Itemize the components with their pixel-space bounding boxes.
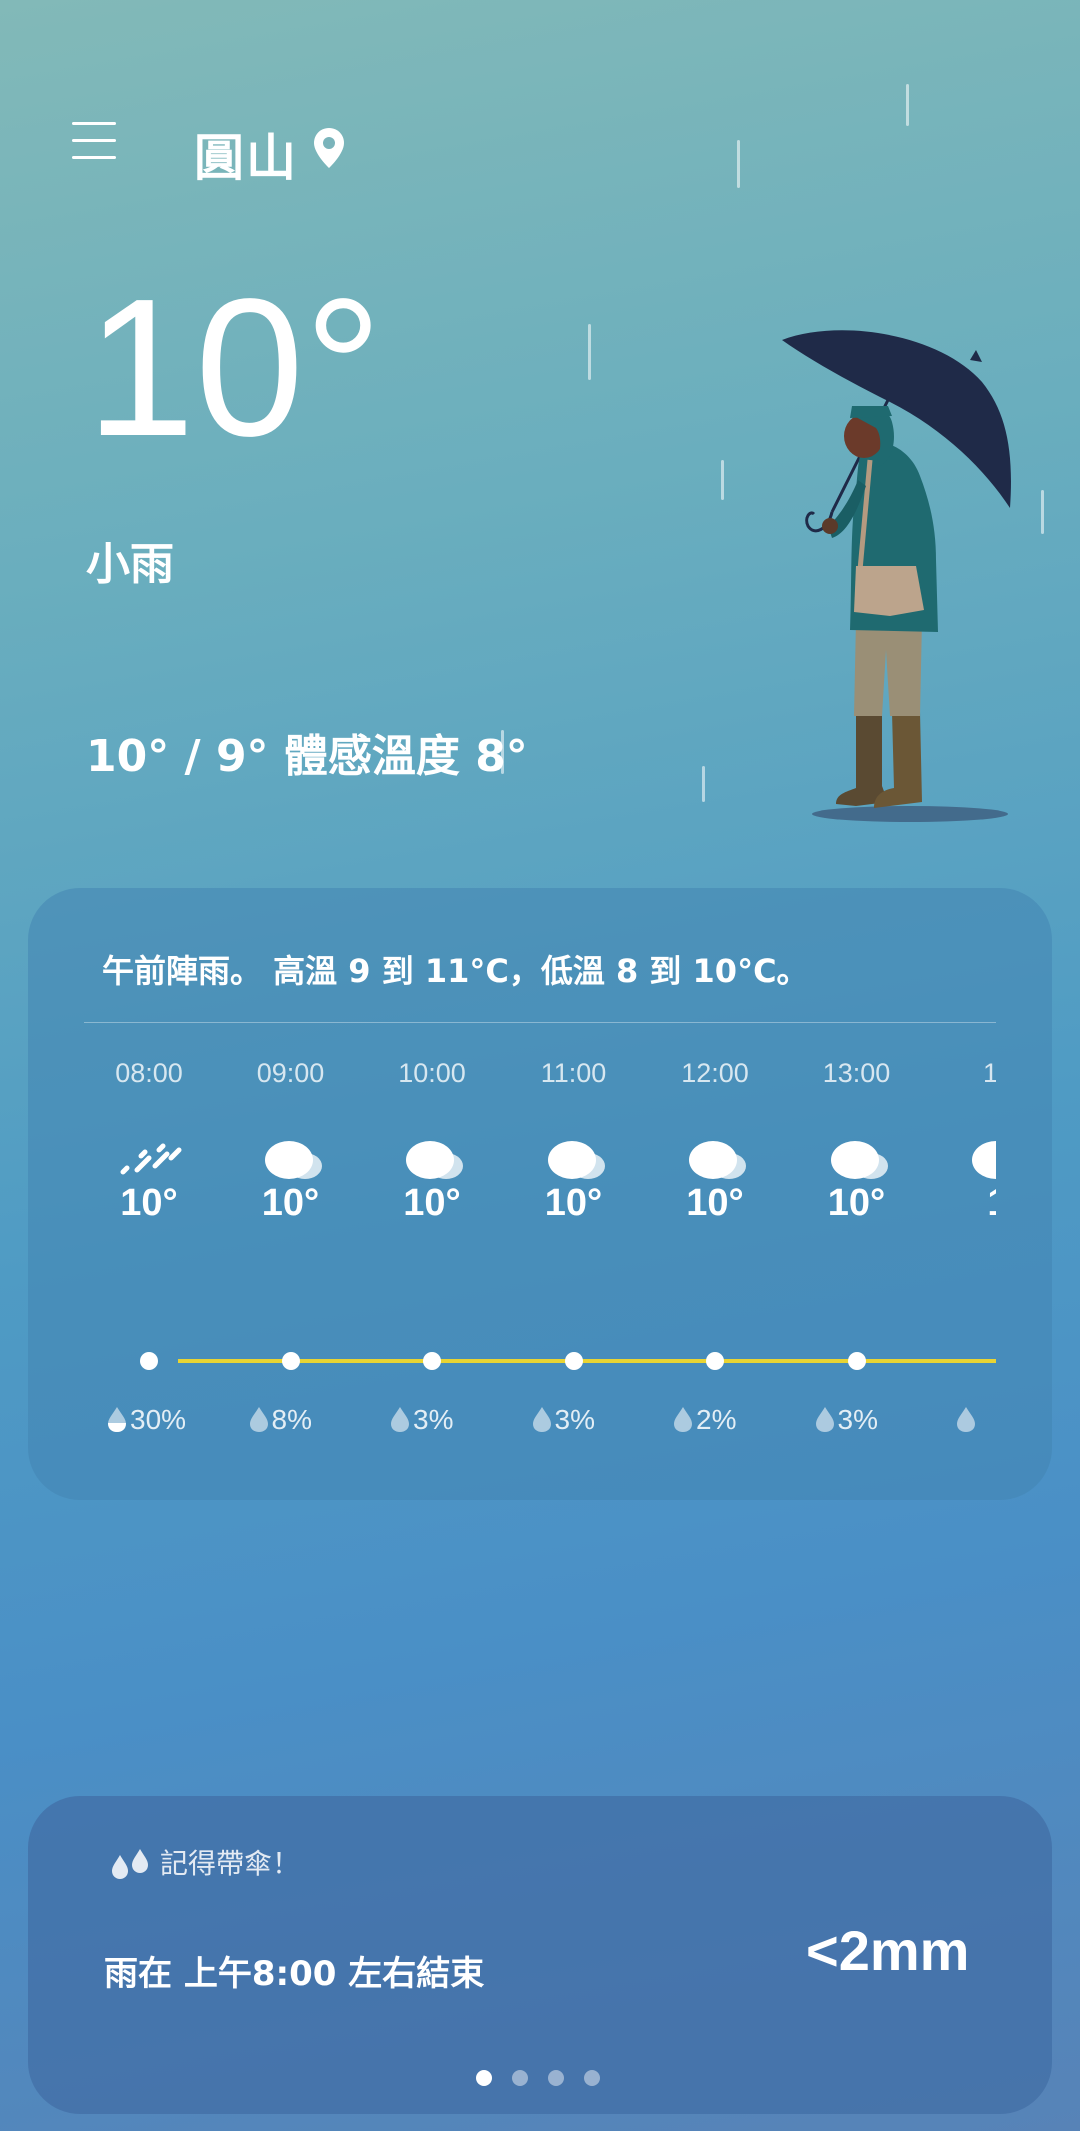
hour-temperature: 10° (261, 1182, 320, 1224)
hourly-item: 10:00 10° 3% (367, 1058, 497, 1488)
cloudy-icon (968, 1136, 996, 1180)
hour-precipitation: 8% (248, 1404, 312, 1436)
hour-precipitation: 3% (814, 1404, 878, 1436)
temperature-point (423, 1352, 441, 1370)
hour-temperature: 10° (827, 1182, 886, 1224)
hour-precipitation: 30% (106, 1404, 186, 1436)
temperature-point (281, 1352, 300, 1370)
current-temperature: 10° (86, 258, 383, 477)
light-rain-icon (119, 1136, 183, 1180)
hour-precipitation: 2% (672, 1404, 736, 1436)
page-indicator[interactable] (476, 2070, 606, 2090)
hourly-item: 08:00 10° 30% (84, 1058, 214, 1488)
hourly-item: 14 1 (933, 1058, 996, 1488)
page-dot[interactable] (512, 2070, 528, 2086)
cloudy-icon (544, 1136, 608, 1180)
hour-temperature: 10° (120, 1182, 178, 1224)
hour-time: 09:00 (256, 1058, 325, 1088)
hour-temperature: 10° (544, 1182, 603, 1224)
divider (84, 1022, 996, 1023)
temperature-point (564, 1352, 583, 1370)
temperature-point (140, 1352, 158, 1370)
hour-time: 10:00 (398, 1058, 466, 1088)
hour-time: 14 (982, 1058, 996, 1088)
city-name[interactable]: 圓山 (194, 118, 298, 190)
hour-precipitation (955, 1404, 979, 1436)
cloudy-icon (402, 1136, 466, 1180)
hour-precipitation: 3% (389, 1404, 453, 1436)
cloudy-icon (261, 1136, 325, 1180)
hour-temperature: 10° (403, 1182, 461, 1224)
hourly-item: 13:00 10° 3% (792, 1058, 922, 1488)
cloudy-icon (685, 1136, 749, 1180)
daily-summary: 午前陣雨。 高溫 9 到 11°C，低溫 8 到 10°C。 (102, 952, 809, 990)
rain-end-time: 雨在 上午8:00 左右結束 (104, 1954, 485, 1994)
weather-condition: 小雨 (86, 539, 174, 590)
page-dot[interactable] (476, 2070, 492, 2086)
umbrella-reminder: 記得帶傘！ (108, 1842, 300, 1882)
person-with-umbrella-illustration (782, 330, 1011, 822)
reminder-text: 記得帶傘！ (160, 1847, 301, 1880)
hour-time: 12:00 (681, 1058, 749, 1088)
hour-temperature: 10° (686, 1182, 744, 1224)
precipitation-card[interactable]: 記得帶傘！ 雨在 上午8:00 左右結束 <2mm (28, 1796, 1052, 2114)
temperature-point (847, 1352, 866, 1370)
hourly-item: 11:00 10° 3% (509, 1058, 639, 1488)
hourly-forecast-card[interactable]: 午前陣雨。 高溫 9 到 11°C，低溫 8 到 10°C。 08:00 10° 3… (28, 888, 1052, 1500)
hour-time: 13:00 (822, 1058, 891, 1088)
precipitation-amount: <2mm (806, 1919, 970, 1982)
hourly-scroll[interactable]: 08:00 10° 30% 09:00 10° 8% 10:00 10° 3% 11:00 10° 3… (84, 1058, 996, 1488)
hour-time: 11:00 (540, 1058, 607, 1088)
hourly-item: 12:00 10° 2% (650, 1058, 780, 1488)
raindrops-icon (112, 1849, 148, 1879)
hour-temperature: 1 (933, 1182, 996, 1225)
location-pin-icon (314, 128, 344, 168)
temperature-point (706, 1352, 724, 1370)
cloudy-icon (827, 1136, 891, 1180)
high-low-feels-like: 10° / 9° 體感溫度 8° (86, 731, 528, 782)
hourly-item: 09:00 10° 8% (226, 1058, 356, 1488)
hour-precipitation: 3% (531, 1404, 595, 1436)
page-dot[interactable] (548, 2070, 564, 2086)
hour-time: 08:00 (115, 1058, 183, 1088)
page-dot[interactable] (584, 2070, 600, 2086)
menu-button[interactable] (70, 118, 120, 164)
